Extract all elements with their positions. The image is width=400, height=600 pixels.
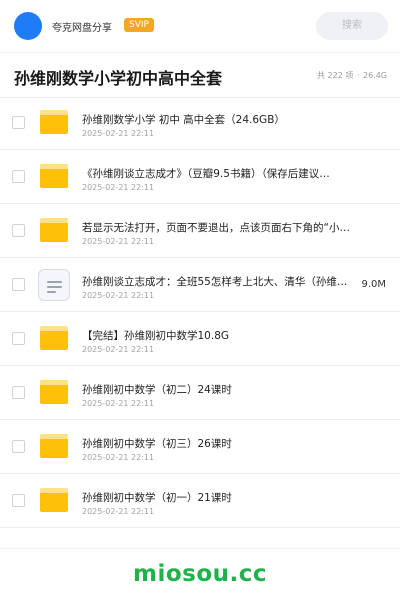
row-checkbox[interactable] <box>12 224 25 237</box>
sharer-name: 夸克网盘分享 <box>52 23 112 34</box>
header: 夸克网盘分享 SVIP 搜索 <box>0 0 400 52</box>
file-row[interactable]: 孙维刚初中数学（初三）26课时 2025-02-21 22:11 <box>0 420 400 474</box>
folder-icon <box>40 380 68 404</box>
file-row[interactable]: 孙维刚初中数学（初一）21课时 2025-02-21 22:11 <box>0 474 400 528</box>
total-size: 26.4G <box>362 71 387 80</box>
brand-watermark[interactable]: miosou.cc <box>0 561 400 587</box>
row-checkbox[interactable] <box>12 494 25 507</box>
file-date: 2025-02-21 22:11 <box>82 183 155 192</box>
row-checkbox[interactable] <box>12 386 25 399</box>
row-checkbox[interactable] <box>12 170 25 183</box>
file-row[interactable]: 孙维刚谈立志成才：全班55怎样考上北大、清华（孙维… 2025-02-21 22… <box>0 258 400 312</box>
row-checkbox[interactable] <box>12 116 25 129</box>
row-checkbox[interactable] <box>12 440 25 453</box>
row-checkbox[interactable] <box>12 332 25 345</box>
file-row[interactable]: 若显示无法打开，页面不要退出，点该页面右下角的“小… 2025-02-21 22… <box>0 204 400 258</box>
file-date: 2025-02-21 22:11 <box>82 345 155 354</box>
folder-icon <box>40 434 68 458</box>
file-row[interactable]: 【完结】孙维刚初中数学10.8G 2025-02-21 22:11 <box>0 312 400 366</box>
folder-icon <box>40 218 68 242</box>
file-date: 2025-02-21 22:11 <box>82 453 155 462</box>
file-row[interactable]: 孙维刚初中数学（初二）24课时 2025-02-21 22:11 <box>0 366 400 420</box>
item-count: 共 222 项 <box>316 71 354 80</box>
file-row[interactable]: 孙维刚数学小学 初中 高中全套（24.6GB） 2025-02-21 22:11 <box>0 96 400 150</box>
document-icon <box>38 269 70 301</box>
file-name: 【完结】孙维刚初中数学10.8G <box>82 330 230 342</box>
file-name: 若显示无法打开，页面不要退出，点该页面右下角的“小… <box>82 222 350 234</box>
file-name: 孙维刚初中数学（初二）24课时 <box>82 384 232 396</box>
share-stats: 共 222 项 · 26.4G <box>316 70 387 81</box>
folder-icon <box>40 326 68 350</box>
file-date: 2025-02-21 22:11 <box>82 507 155 516</box>
title-bar: 孙维刚数学小学初中高中全套 共 222 项 · 26.4G <box>0 52 400 98</box>
file-size: 9.0M <box>361 279 386 290</box>
svip-badge: SVIP <box>124 18 154 32</box>
folder-icon <box>40 164 68 188</box>
file-name: 孙维刚谈立志成才：全班55怎样考上北大、清华（孙维… <box>82 276 348 288</box>
footer: miosou.cc <box>0 548 400 600</box>
row-checkbox[interactable] <box>12 278 25 291</box>
file-list: 孙维刚数学小学 初中 高中全套（24.6GB） 2025-02-21 22:11… <box>0 96 400 528</box>
file-date: 2025-02-21 22:11 <box>82 399 155 408</box>
file-row[interactable]: 《孙维刚谈立志成才》（豆瓣9.5书籍）（保存后建议… 2025-02-21 22… <box>0 150 400 204</box>
stats-separator: · <box>356 71 360 80</box>
folder-icon <box>40 110 68 134</box>
folder-icon <box>40 488 68 512</box>
file-name: 孙维刚初中数学（初三）26课时 <box>82 438 232 450</box>
file-name: 孙维刚初中数学（初一）21课时 <box>82 492 232 504</box>
file-name: 孙维刚数学小学 初中 高中全套（24.6GB） <box>82 114 285 126</box>
search-button[interactable]: 搜索 <box>316 12 388 40</box>
avatar[interactable] <box>14 12 42 40</box>
file-name: 《孙维刚谈立志成才》（豆瓣9.5书籍）（保存后建议… <box>82 168 330 180</box>
file-date: 2025-02-21 22:11 <box>82 237 155 246</box>
file-date: 2025-02-21 22:11 <box>82 129 155 138</box>
file-date: 2025-02-21 22:11 <box>82 291 155 300</box>
page-title: 孙维刚数学小学初中高中全套 <box>14 69 223 88</box>
